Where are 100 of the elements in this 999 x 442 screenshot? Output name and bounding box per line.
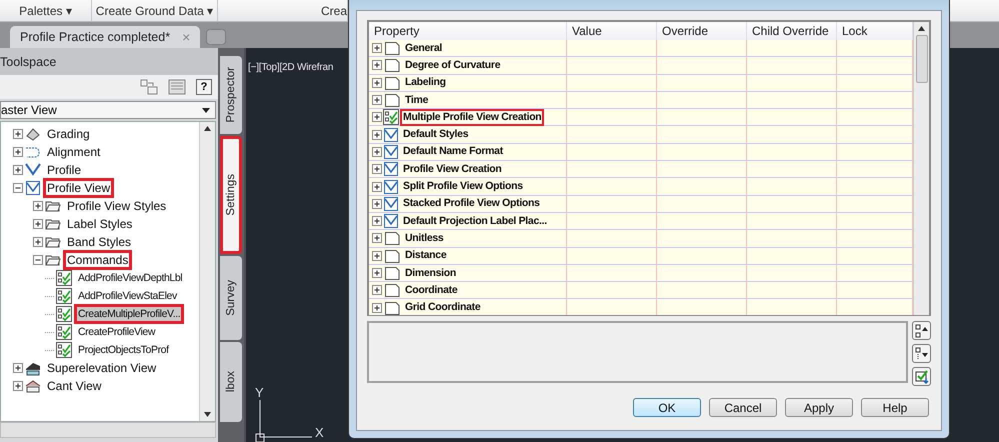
tree-item[interactable]: Label Styles xyxy=(63,214,136,234)
tree-item[interactable]: Grading xyxy=(43,124,94,144)
collapse-all-button[interactable] xyxy=(912,321,931,340)
expand-toggle-icon[interactable] xyxy=(372,216,382,226)
expand-toggle-icon[interactable] xyxy=(372,182,382,192)
column-header[interactable]: Lock xyxy=(837,22,913,40)
tree-item[interactable]: Profile xyxy=(43,160,86,180)
command-check-icon xyxy=(56,324,72,340)
expand-toggle-icon[interactable] xyxy=(372,198,382,209)
column-header[interactable]: Child Override xyxy=(747,22,837,40)
tree-item[interactable]: CreateProfileView xyxy=(74,322,160,342)
profile-view-icon xyxy=(383,196,399,212)
expand-toggle-icon[interactable] xyxy=(372,250,382,261)
expand-toggle-icon[interactable] xyxy=(13,129,23,139)
expand-toggle-icon[interactable] xyxy=(372,95,382,106)
column-header[interactable]: Property xyxy=(369,22,567,40)
vertical-scrollbar[interactable] xyxy=(199,122,215,421)
collapse-toggle-icon[interactable] xyxy=(33,255,43,265)
horizontal-scrollbar[interactable] xyxy=(0,422,216,438)
help-button[interactable]: ? xyxy=(196,79,212,95)
profile-view-icon xyxy=(383,213,399,230)
side-tab[interactable]: lbox xyxy=(220,342,242,422)
dropdown-caret-icon xyxy=(202,108,210,112)
blank-page-icon xyxy=(383,282,401,298)
expand-toggle-icon[interactable] xyxy=(372,302,382,313)
ribbon-panel-label[interactable]: Create Ground Data ▾ xyxy=(92,0,218,21)
expand-toggle-icon[interactable] xyxy=(372,268,382,278)
property-row-label[interactable]: Multiple Profile View Creation xyxy=(400,108,544,126)
expand-toggle-icon[interactable] xyxy=(13,363,23,373)
tree-item[interactable]: Superelevation View xyxy=(43,358,160,378)
scroll-up-icon[interactable] xyxy=(918,26,925,31)
property-row-label[interactable]: Grid Coordinate xyxy=(402,299,484,315)
property-row-label[interactable]: Degree of Curvature xyxy=(402,56,504,74)
command-check-icon xyxy=(56,306,72,322)
tab-title: Profile Practice completed* xyxy=(20,30,170,44)
property-row-label[interactable]: Unitless xyxy=(402,230,446,247)
property-row-label[interactable]: Distance xyxy=(402,247,450,264)
expand-toggle-icon[interactable] xyxy=(372,130,382,140)
property-row-label[interactable]: Split Profile View Options xyxy=(400,178,526,196)
column-header[interactable]: Value xyxy=(567,22,657,40)
superelevation-icon xyxy=(25,360,41,376)
tree-item[interactable]: Cant View xyxy=(43,376,106,396)
document-tab[interactable]: Profile Practice completed* × xyxy=(10,26,200,48)
expand-toggle-icon[interactable] xyxy=(13,147,23,157)
expand-toggle-icon[interactable] xyxy=(372,164,382,174)
tree-item[interactable]: Commands xyxy=(63,250,132,270)
collapse-toggle-icon[interactable] xyxy=(13,183,23,193)
tree-item[interactable]: Band Styles xyxy=(63,232,136,252)
dialog-button[interactable]: Cancel xyxy=(709,398,777,417)
tree-item[interactable]: Profile View xyxy=(43,178,114,198)
expand-toggle-icon[interactable] xyxy=(372,60,382,70)
expand-toggle-icon[interactable] xyxy=(372,233,382,244)
side-tab[interactable]: Settings xyxy=(220,136,242,254)
expand-toggle-icon[interactable] xyxy=(372,146,382,157)
profile-view-icon xyxy=(383,126,399,143)
property-row-label[interactable]: Default Projection Label Plac... xyxy=(400,212,550,230)
view-dropdown[interactable]: aster View xyxy=(0,101,216,119)
property-row-label[interactable]: Default Name Format xyxy=(400,143,506,160)
property-row-label[interactable]: General xyxy=(402,40,446,57)
check-button[interactable] xyxy=(912,367,931,386)
panel-tool-icon[interactable] xyxy=(140,79,158,95)
ribbon-panel-label[interactable]: Palettes ▾ xyxy=(0,0,92,21)
property-row-label[interactable]: Time xyxy=(402,92,432,109)
tree-item[interactable]: Alignment xyxy=(43,142,104,162)
scrollbar-thumb[interactable] xyxy=(916,35,928,83)
property-row-label[interactable]: Profile View Creation xyxy=(400,160,505,178)
tree-item[interactable]: AddProfileViewDepthLbl xyxy=(74,268,186,288)
expand-toggle-icon[interactable] xyxy=(33,237,43,247)
vertical-scrollbar[interactable] xyxy=(913,22,929,315)
scroll-up-icon[interactable] xyxy=(204,126,211,131)
dialog-button[interactable]: Help xyxy=(861,398,929,417)
tree-item[interactable]: AddProfileViewStaElev xyxy=(74,286,181,306)
scroll-down-icon[interactable] xyxy=(204,412,211,417)
expand-all-button[interactable] xyxy=(912,344,931,363)
expand-toggle-icon[interactable] xyxy=(13,381,23,391)
tree-item[interactable]: CreateMultipleProfileV... xyxy=(74,304,184,324)
property-row-label[interactable]: Default Styles xyxy=(400,126,472,144)
tree-item[interactable]: Profile View Styles xyxy=(63,196,170,216)
property-row-label[interactable]: Coordinate xyxy=(402,282,460,299)
profile-icon xyxy=(25,162,41,178)
column-header[interactable]: Override xyxy=(657,22,747,40)
dialog-button[interactable]: Apply xyxy=(785,398,853,417)
expand-toggle-icon[interactable] xyxy=(372,78,382,88)
window-icon[interactable] xyxy=(168,79,186,95)
expand-toggle-icon[interactable] xyxy=(13,165,23,175)
dialog-button[interactable]: OK xyxy=(633,398,701,417)
expand-toggle-icon[interactable] xyxy=(372,43,382,54)
side-tab[interactable]: Prospector xyxy=(220,56,242,134)
property-row-label[interactable]: Dimension xyxy=(402,264,459,282)
profile-view-icon xyxy=(25,180,41,196)
side-tab[interactable]: Survey xyxy=(220,256,242,340)
expand-toggle-icon[interactable] xyxy=(33,219,43,229)
expand-toggle-icon[interactable] xyxy=(372,112,382,122)
tree-item[interactable]: ProjectObjectsToProf xyxy=(74,340,173,360)
viewport-label[interactable]: [−][Top][2D Wirefran xyxy=(248,62,334,73)
property-row-label[interactable]: Stacked Profile View Options xyxy=(400,195,543,212)
grading-icon xyxy=(25,126,41,142)
expand-toggle-icon[interactable] xyxy=(33,201,43,211)
expand-toggle-icon[interactable] xyxy=(372,285,382,296)
property-row-label[interactable]: Labeling xyxy=(402,74,449,92)
